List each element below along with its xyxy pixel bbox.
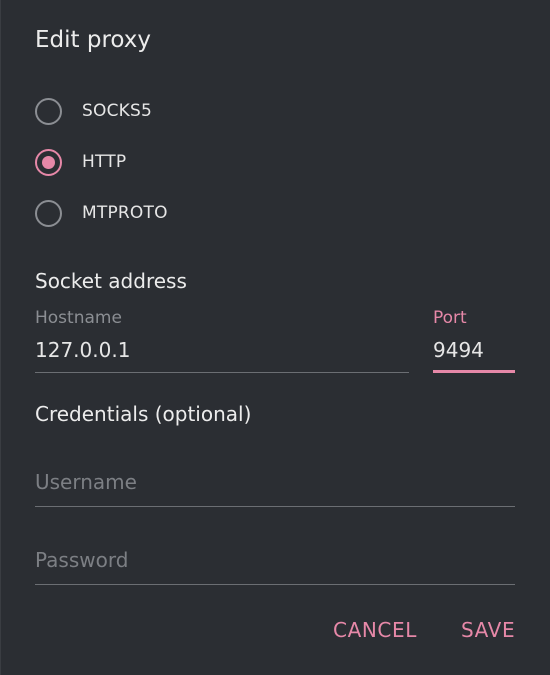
hostname-label: Hostname [35, 308, 122, 328]
radio-option-http[interactable]: HTTP [35, 145, 126, 179]
radio-button-socks5[interactable] [35, 97, 62, 125]
save-button[interactable]: SAVE [461, 614, 515, 646]
port-field[interactable]: Port 9494 [433, 308, 515, 374]
port-underline-focused [433, 370, 515, 373]
username-underline [35, 506, 515, 507]
hostname-underline [35, 372, 409, 373]
radio-label-mtproto: MTPROTO [82, 203, 168, 223]
port-input[interactable]: 9494 [433, 338, 484, 362]
radio-label-socks5: SOCKS5 [82, 101, 152, 121]
radio-option-socks5[interactable]: SOCKS5 [35, 94, 152, 128]
radio-label-http: HTTP [82, 152, 127, 172]
username-field[interactable]: Username [35, 470, 515, 510]
socket-address-heading: Socket address [35, 269, 187, 293]
dialog-title: Edit proxy [35, 27, 151, 53]
radio-option-mtproto[interactable]: MTPROTO [35, 196, 168, 230]
password-field[interactable]: Password [35, 548, 515, 588]
hostname-field[interactable]: Hostname 127.0.0.1 [35, 308, 409, 374]
username-input[interactable]: Username [35, 470, 137, 494]
radio-selected-dot [42, 155, 55, 169]
radio-button-mtproto[interactable] [35, 199, 62, 227]
credentials-heading: Credentials (optional) [35, 402, 252, 426]
port-label: Port [433, 308, 467, 328]
edit-proxy-dialog: Edit proxy SOCKS5 HTTP MTPROTO Socket ad… [0, 0, 550, 675]
hostname-input[interactable]: 127.0.0.1 [35, 338, 130, 362]
cancel-button[interactable]: CANCEL [333, 614, 417, 646]
radio-button-http[interactable] [35, 148, 62, 176]
password-underline [35, 584, 515, 585]
password-input[interactable]: Password [35, 548, 128, 572]
